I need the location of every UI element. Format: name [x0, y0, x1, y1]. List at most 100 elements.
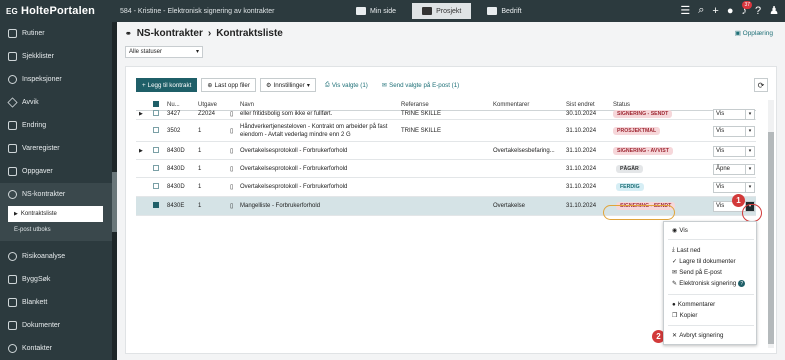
copy-icon: ❐: [672, 312, 678, 319]
chat-icon[interactable]: ●: [727, 5, 734, 17]
status-filter-select[interactable]: Alle statuser: [125, 46, 203, 58]
sidebar-sub-label: Kontraktsliste: [20, 211, 57, 217]
status-badge: SIGNERING - SENDT: [613, 109, 673, 118]
cell-number: 3427: [167, 110, 181, 117]
chevron-down-icon[interactable]: ▾: [745, 183, 754, 192]
handshake-icon: ⚭: [125, 29, 132, 38]
training-link[interactable]: ▣ Opplæring: [735, 29, 773, 37]
row-checkbox[interactable]: [153, 109, 159, 118]
chevron-down-icon[interactable]: ▾: [745, 165, 754, 174]
table-scrollbar[interactable]: [768, 100, 774, 348]
toolbar: + Legg til kontrakt ⊕ Last opp filer ⚙ Inns…: [136, 78, 465, 92]
table-row[interactable]: ▶ 3427 Z2024 ▯ eller fritidsbolig som ik…: [136, 108, 756, 120]
settings-button[interactable]: ⚙ Innstillinger ▾: [259, 78, 316, 92]
sidebar-item-byggsok[interactable]: ByggSøk: [0, 268, 117, 291]
sidebar-item-endring[interactable]: Endring: [0, 114, 117, 137]
cell-name[interactable]: Mangelliste - Forbrukerforhold: [240, 203, 320, 209]
checkbox-icon: [153, 101, 159, 107]
sidebar-item-oppgaver[interactable]: Oppgaver: [0, 160, 117, 183]
nav-bedrift[interactable]: Bedrift: [477, 3, 531, 19]
menu-item-electronic-signing[interactable]: ✎ Elektronisk signering?: [672, 280, 746, 287]
logo[interactable]: EG HoltePortalen: [0, 0, 117, 22]
row-checkbox[interactable]: [153, 126, 159, 135]
menu-divider: [668, 325, 754, 326]
sidebar-item-blankett[interactable]: Blankett: [0, 291, 117, 314]
row-action-select[interactable]: Vis ▾: [713, 126, 755, 137]
refresh-button[interactable]: ⟳: [754, 78, 768, 92]
row-action-select[interactable]: Vis ▾: [713, 146, 755, 157]
sidebar-item-label: Risikoanalyse: [22, 253, 66, 260]
comment-icon: ●: [672, 301, 676, 308]
cell-comment: Overtakelsesbefaring...: [493, 147, 555, 154]
sidebar-sub-kontraktsliste[interactable]: ▶ Kontraktsliste: [8, 206, 103, 222]
sidebar-item-ns-kontrakter[interactable]: NS-kontrakter: [0, 183, 117, 206]
register-icon: [8, 144, 17, 153]
row-checkbox[interactable]: [153, 202, 159, 210]
table-row[interactable]: 8430D 1 ▯ Overtakelsesprotokoll - Forbru…: [136, 178, 756, 197]
sidebar-item-risikoanalyse[interactable]: Risikoanalyse: [0, 245, 117, 268]
menu-item-comments[interactable]: ● Kommentarer: [672, 301, 715, 308]
table-row[interactable]: 8430D 1 ▯ Overtakelsesprotokoll - Forbru…: [136, 160, 756, 178]
menu-item-cancel-signing[interactable]: ✕ Avbryt signering: [672, 332, 723, 339]
file-icon: ▯: [230, 148, 234, 154]
building-icon: [487, 7, 498, 15]
row-action-select[interactable]: Vis ▾: [713, 182, 755, 193]
sidebar-item-label: Inspeksjoner: [22, 76, 62, 83]
sidebar-item-avvik[interactable]: Avvik: [0, 91, 117, 114]
user-icon[interactable]: ♟: [769, 4, 779, 17]
cell-name[interactable]: Overtakelsesprotokoll - Forbrukerforhold: [240, 166, 347, 172]
menu-item-send-email[interactable]: ✉ Send på E-post: [672, 269, 722, 276]
menu-divider: [668, 239, 754, 240]
info-icon[interactable]: ?: [738, 280, 746, 287]
plus-icon[interactable]: +: [712, 5, 718, 17]
sidebar-item-vareregister[interactable]: Vareregister: [0, 137, 117, 160]
row-checkbox[interactable]: [153, 183, 159, 191]
cell-name[interactable]: Overtakelsesprotokoll - Forbrukerforhold: [240, 148, 347, 154]
cell-name[interactable]: Håndverkertjenesteloven - Kontrakt om ar…: [240, 123, 395, 139]
table-row[interactable]: ▶ 8430D 1 ▯ Overtakelsesprotokoll - Forb…: [136, 142, 756, 160]
row-action-select[interactable]: Vis ▾: [713, 109, 755, 120]
expand-icon[interactable]: ▶: [139, 148, 143, 154]
chevron-down-icon: ▾: [306, 81, 310, 89]
table-scroll-thumb[interactable]: [768, 132, 774, 344]
chevron-down-icon[interactable]: ▾: [745, 110, 754, 119]
nav-min-side[interactable]: Min side: [346, 3, 406, 19]
sidebar-item-sjekklister[interactable]: Sjekklister: [0, 45, 117, 68]
page-title[interactable]: NS-kontrakter: [137, 28, 203, 39]
status-badge: SIGNERING - AVVIST: [613, 146, 673, 155]
menu-item-download[interactable]: ⤓ Last ned: [672, 246, 701, 254]
cell-edition: 1: [198, 165, 202, 172]
gear-icon: ⚙: [265, 81, 272, 89]
menu-item-view[interactable]: ◉ Vis: [672, 227, 688, 234]
chevron-down-icon[interactable]: ▾: [745, 147, 754, 156]
table-row[interactable]: 3502 1 ▯ Håndverkertjenesteloven - Kontr…: [136, 120, 756, 142]
action-value: Åpne: [716, 166, 731, 172]
cell-date: 31.10.2024: [566, 184, 597, 190]
expand-icon[interactable]: ▶: [139, 111, 143, 117]
row-action-select[interactable]: Åpne ▾: [713, 164, 755, 175]
cell-name[interactable]: eller fritidsbolig som ikke er fullført.: [240, 111, 332, 117]
cell-name[interactable]: Overtakelsesprotokoll - Forbrukerforhold: [240, 184, 347, 190]
action-value: Vis: [716, 203, 725, 209]
sidebar-item-inspeksjoner[interactable]: Inspeksjoner: [0, 68, 117, 91]
nav-prosjekt[interactable]: Prosjekt: [412, 3, 472, 19]
row-checkbox[interactable]: [153, 164, 159, 173]
chevron-down-icon[interactable]: ▾: [745, 127, 754, 136]
bell-icon[interactable]: ♪ 37: [742, 0, 752, 17]
file-icon: ▯: [230, 203, 234, 210]
show-selected-button[interactable]: ⎙ Vis valgte (1): [319, 78, 373, 92]
sidebar-item-rutiner[interactable]: Rutiner: [0, 22, 117, 45]
sidebar-item-dokumenter[interactable]: Dokumenter: [0, 314, 117, 337]
row-checkbox[interactable]: [153, 146, 159, 155]
list-icon[interactable]: ☰: [680, 4, 690, 17]
sidebar-sub-epost-utboks[interactable]: E-post utboks: [0, 222, 117, 238]
help-icon[interactable]: ?: [755, 5, 761, 17]
sidebar-item-kontakter[interactable]: Kontakter: [0, 337, 117, 360]
sign-icon: ✎: [672, 280, 678, 287]
upload-files-button[interactable]: ⊕ Last opp filer: [201, 78, 256, 92]
send-selected-button[interactable]: ✉ Send valgte på E-post (1): [376, 78, 465, 92]
menu-item-save-to-documents[interactable]: ✓ Lagre til dokumenter: [672, 258, 736, 265]
search-icon[interactable]: ⌕: [698, 4, 704, 17]
menu-item-copy[interactable]: ❐ Kopier: [672, 312, 697, 319]
add-contract-button[interactable]: + Legg til kontrakt: [136, 78, 198, 92]
